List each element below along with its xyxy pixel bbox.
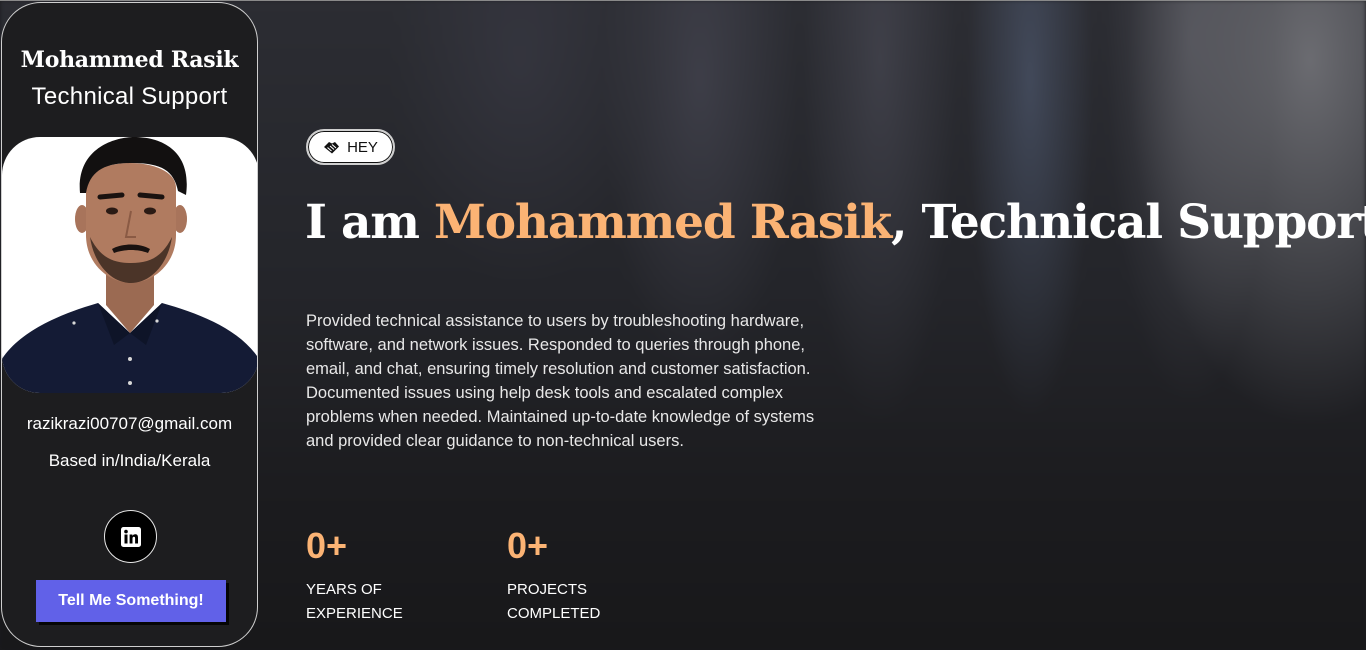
tell-me-something-button[interactable]: Tell Me Something! <box>36 580 226 622</box>
headline-prefix: I am <box>305 195 434 250</box>
top-border <box>0 0 1366 1</box>
stat-projects-value: 0+ <box>507 525 549 566</box>
hey-badge: HEY <box>306 129 395 165</box>
profile-location: Based in/India/Kerala <box>48 451 211 470</box>
profile-photo-illustration <box>2 137 257 393</box>
profile-name: Mohammed Rasik <box>20 47 239 73</box>
profile-role: Technical Support <box>31 83 228 110</box>
profile-photo <box>2 137 257 393</box>
stat-projects-label-line2: COMPLETED <box>507 605 601 622</box>
stat-years-value: 0+ <box>306 525 348 566</box>
stat-projects-label: PROJECTS COMPLETED <box>507 578 647 626</box>
linkedin-button[interactable] <box>104 510 157 563</box>
handshake-icon <box>324 141 340 153</box>
stat-years-label-line1: YEARS OF <box>306 581 382 598</box>
profile-card: Mohammed Rasik Technical Support razikra… <box>1 2 258 647</box>
stat-years-label-line2: EXPERIENCE <box>306 605 403 622</box>
stat-projects-label-line1: PROJECTS <box>507 581 588 598</box>
hero-headline: I am Mohammed Rasik, Technical Support <box>305 195 1366 250</box>
hey-badge-label: HEY <box>347 138 378 156</box>
stat-years-label: YEARS OF EXPERIENCE <box>306 578 446 626</box>
linkedin-icon <box>120 526 141 547</box>
headline-suffix: , Technical Support <box>891 195 1366 250</box>
profile-email: razikrazi00707@gmail.com <box>26 414 233 433</box>
hero-description: Provided technical assistance to users b… <box>306 312 815 450</box>
headline-name: Mohammed Rasik <box>433 195 892 250</box>
